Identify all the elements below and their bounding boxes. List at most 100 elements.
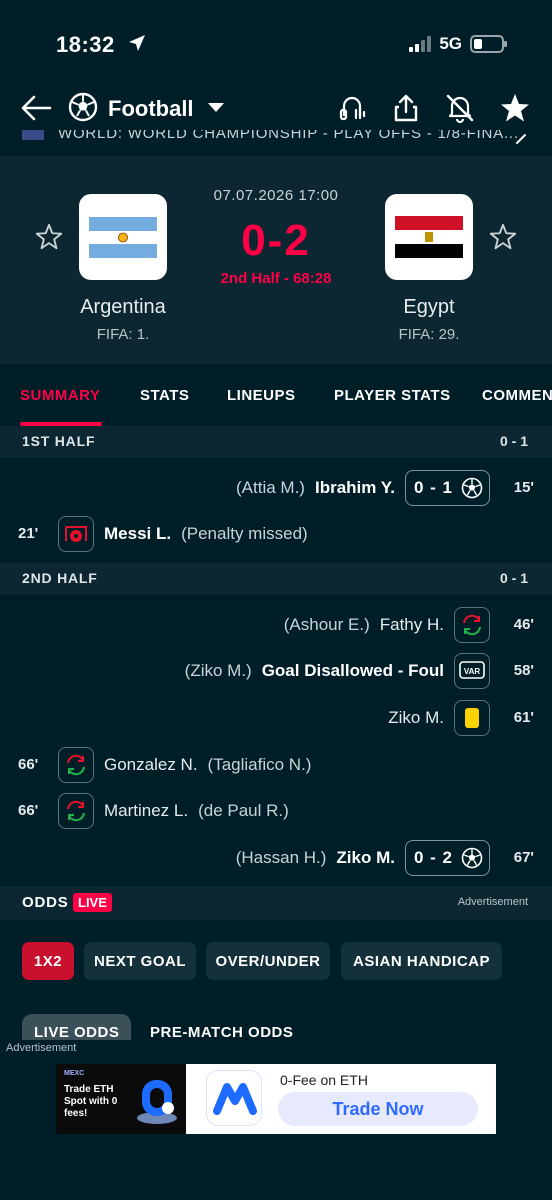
- incident-content: Gonzalez N. (Tagliafico N.): [58, 747, 311, 783]
- incident-assist[interactable]: (Ziko M.): [185, 661, 252, 681]
- ad-promo-text: Trade ETH Spot with 0 fees!: [64, 1084, 118, 1119]
- chevron-down-icon[interactable]: [208, 103, 224, 112]
- home-favorite-star-icon[interactable]: [34, 222, 64, 252]
- mexc-logo-icon: [206, 1070, 262, 1126]
- incident-player[interactable]: Fathy H.: [380, 615, 444, 635]
- market-asian-handicap-button[interactable]: ASIAN HANDICAP: [341, 942, 502, 980]
- incident-player[interactable]: Martinez L.: [104, 801, 188, 821]
- match-score: 0-2: [241, 216, 311, 265]
- share-icon[interactable]: [390, 92, 422, 124]
- away-team-name[interactable]: Egypt: [349, 296, 509, 319]
- odds-header: ODDS LIVE Advertisement: [0, 886, 552, 920]
- ad-banner[interactable]: MEXC Trade ETH Spot with 0 fees! 0-Fee o…: [56, 1064, 496, 1134]
- away-favorite-star-icon[interactable]: [488, 222, 518, 252]
- match-datetime: 07.07.2026 17:00: [213, 187, 339, 204]
- incident-player[interactable]: Ziko M.: [336, 848, 395, 868]
- incident-minute: 61': [513, 709, 534, 726]
- incident-player[interactable]: Ibrahim Y.: [315, 478, 395, 498]
- goal-score-box: 0 - 1: [404, 470, 490, 506]
- first-half-score: 0 - 1: [499, 433, 528, 449]
- incident-row: 66' Martinez L. (de Paul R.): [0, 793, 552, 839]
- incident-content: Ziko M.: [388, 700, 490, 736]
- favorite-star-icon[interactable]: [499, 92, 531, 124]
- back-arrow-icon[interactable]: [20, 94, 52, 122]
- penalty-missed-icon: [58, 516, 94, 552]
- match-tabs: SUMMARY STATS LINEUPS PLAYER STATS COMME…: [0, 364, 552, 426]
- incident-minute: 15': [513, 479, 534, 496]
- goal-score: 0 - 1: [413, 478, 453, 497]
- pre-match-odds-tab[interactable]: PRE-MATCH ODDS: [138, 1014, 305, 1042]
- ad-cta-button[interactable]: Trade Now: [278, 1092, 478, 1126]
- incident-content: Martinez L. (de Paul R.): [58, 793, 289, 829]
- tab-stats[interactable]: STATS: [140, 387, 189, 404]
- audio-commentary-icon[interactable]: [336, 92, 368, 124]
- incident-minute: 58': [513, 662, 534, 679]
- goal-ball-icon: [461, 477, 483, 499]
- substitution-icon: [58, 747, 94, 783]
- home-team-logo[interactable]: [79, 194, 167, 280]
- incident-description: Goal Disallowed - Foul: [261, 661, 444, 680]
- incident-row: Ziko M. 61': [0, 700, 552, 746]
- first-half-title: 1ST HALF: [22, 433, 96, 449]
- incident-content: (Hassan H.) Ziko M. 0 - 2: [236, 840, 490, 876]
- sport-title[interactable]: Football: [108, 96, 194, 122]
- home-team-name[interactable]: Argentina: [43, 296, 203, 319]
- var-label: VAR: [464, 667, 481, 676]
- world-flag-icon: [22, 130, 44, 140]
- top-nav: Football: [0, 88, 552, 130]
- football-icon[interactable]: [68, 92, 98, 122]
- away-team-rank: FIFA: 29.: [398, 326, 460, 343]
- home-team-rank: FIFA: 1.: [96, 326, 150, 343]
- incident-assist[interactable]: (Ashour E.): [284, 615, 370, 635]
- status-time: 18:32: [56, 32, 115, 57]
- market-next-goal-button[interactable]: NEXT GOAL: [84, 942, 196, 980]
- notifications-off-icon[interactable]: [444, 92, 476, 124]
- battery-icon: [470, 35, 507, 53]
- incident-player[interactable]: Messi L.: [104, 524, 171, 544]
- incident-minute: 66': [18, 756, 39, 773]
- ad-area: Advertisement MEXC Trade ETH Spot with 0…: [0, 1040, 552, 1200]
- ad-promo-panel: MEXC Trade ETH Spot with 0 fees!: [56, 1064, 186, 1134]
- incident-assist[interactable]: (de Paul R.): [198, 801, 289, 821]
- tab-commentary[interactable]: COMMENTARY: [482, 387, 552, 404]
- goal-ball-icon: [461, 847, 483, 869]
- tab-player-stats[interactable]: PLAYER STATS: [334, 387, 451, 404]
- substitution-icon: [454, 607, 490, 643]
- away-team-logo[interactable]: [385, 194, 473, 280]
- incident-assist[interactable]: (Attia M.): [236, 478, 305, 498]
- incident-row: (Ziko M.) Goal Disallowed - Foul VAR 58': [0, 653, 552, 699]
- incident-note: (Penalty missed): [181, 524, 308, 543]
- incident-minute: 67': [513, 849, 534, 866]
- incident-assist[interactable]: (Tagliafico N.): [208, 755, 312, 775]
- incident-content: (Ziko M.) Goal Disallowed - Foul VAR: [185, 653, 490, 689]
- incident-player[interactable]: Gonzalez N.: [104, 755, 198, 775]
- odds-title: ODDS: [22, 894, 69, 911]
- tab-lineups[interactable]: LINEUPS: [227, 387, 296, 404]
- live-badge: LIVE: [73, 893, 112, 912]
- incident-row: 66' Gonzalez N. (Tagliafico N.): [0, 747, 552, 793]
- competition-bar[interactable]: WORLD: WORLD CHAMPIONSHIP - PLAY OFFS - …: [0, 130, 552, 154]
- incident-row: (Attia M.) Ibrahim Y. 0 - 1 15': [0, 470, 552, 516]
- incident-assist[interactable]: (Hassan H.): [236, 848, 327, 868]
- first-half-header: 1ST HALF 0 - 1: [0, 426, 552, 458]
- eth-coin-icon: [137, 1080, 177, 1124]
- incident-row: 21' Messi L. (Penalty missed): [0, 516, 552, 562]
- second-half-header: 2ND HALF 0 - 1: [0, 563, 552, 595]
- tab-summary[interactable]: SUMMARY: [20, 387, 100, 404]
- goal-score-box: 0 - 2: [404, 840, 490, 876]
- incident-content: (Attia M.) Ibrahim Y. 0 - 1: [236, 470, 490, 506]
- odds-advertisement-label: Advertisement: [457, 896, 528, 908]
- goal-score: 0 - 2: [413, 848, 453, 867]
- ad-headline: 0-Fee on ETH: [280, 1072, 368, 1088]
- market-1x2-button[interactable]: 1X2: [22, 942, 74, 980]
- match-status: 2nd Half - 68:28: [220, 270, 332, 287]
- ad-brand: MEXC: [64, 1070, 85, 1077]
- market-over-under-button[interactable]: OVER/UNDER: [206, 942, 330, 980]
- yellow-card-icon: [454, 700, 490, 736]
- status-indicators: 5G: [409, 34, 507, 54]
- live-odds-tab[interactable]: LIVE ODDS: [22, 1014, 132, 1042]
- incident-player[interactable]: Ziko M.: [388, 708, 444, 728]
- signal-icon: [409, 36, 432, 52]
- var-icon: VAR: [454, 653, 490, 689]
- match-header: Argentina FIFA: 1. 07.07.2026 17:00 0-2 …: [0, 156, 552, 364]
